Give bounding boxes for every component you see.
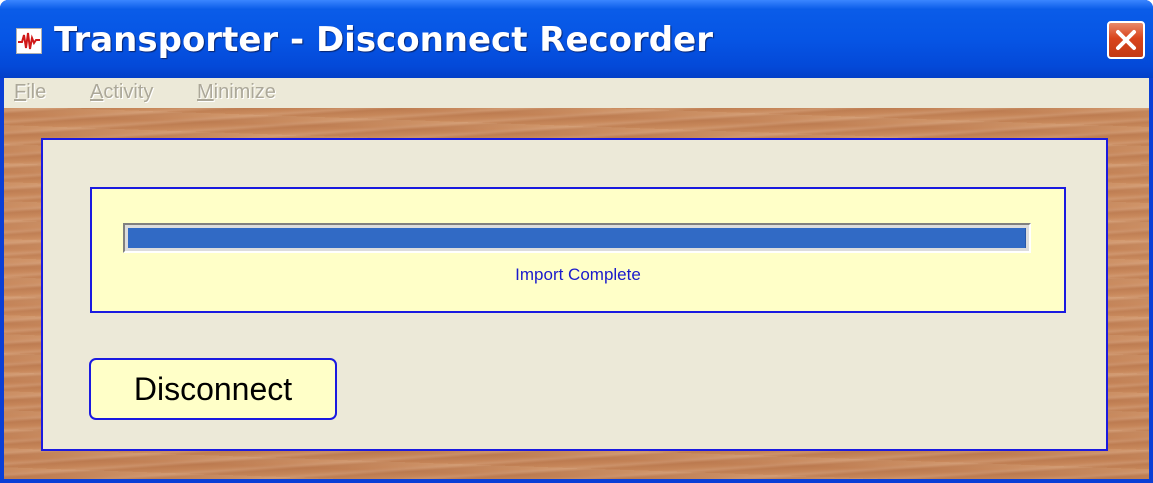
menu-activity[interactable]: Activity [90,81,153,104]
window-title: Transporter - Disconnect Recorder [54,20,713,60]
app-window: Transporter - Disconnect Recorder File A… [0,0,1153,483]
close-icon [1116,30,1136,50]
menu-minimize[interactable]: Minimize [197,81,276,104]
progress-fill [128,228,1026,248]
title-bar[interactable]: Transporter - Disconnect Recorder [0,0,1153,78]
main-panel: Import Complete Disconnect [41,138,1108,451]
menu-file[interactable]: File [14,81,46,104]
status-box: Import Complete [90,187,1066,313]
menu-bar: File Activity Minimize [4,78,1149,108]
close-button[interactable] [1107,21,1145,59]
waveform-icon[interactable] [16,28,42,54]
progress-bar [123,223,1031,253]
status-message: Import Complete [515,265,641,284]
disconnect-button[interactable]: Disconnect [89,358,337,420]
client-area: Import Complete Disconnect [4,108,1149,479]
